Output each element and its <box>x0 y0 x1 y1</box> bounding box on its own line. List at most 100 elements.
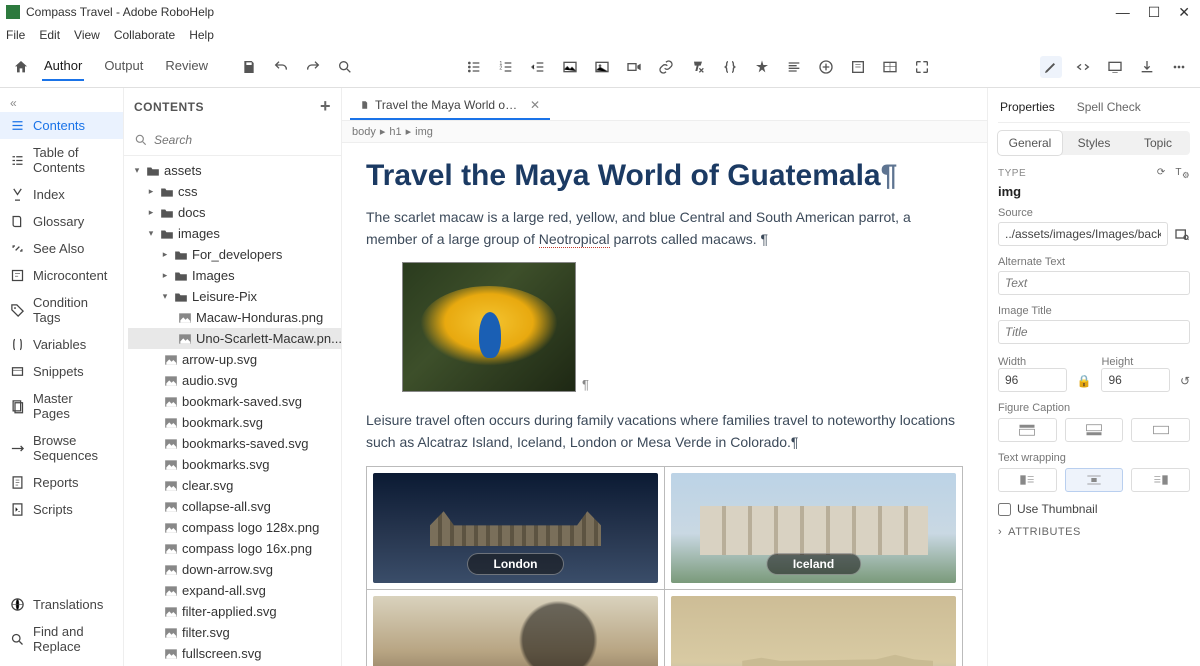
tree-file[interactable]: audio.svg <box>128 370 341 391</box>
tab-review[interactable]: Review <box>163 52 210 81</box>
menu-collaborate[interactable]: Collaborate <box>114 28 175 42</box>
tab-author[interactable]: Author <box>42 52 84 81</box>
figcap-bottom-button[interactable] <box>1065 418 1124 442</box>
height-input[interactable] <box>1101 368 1170 392</box>
sidebar-item-translations[interactable]: Translations <box>0 591 123 618</box>
save-icon[interactable] <box>238 56 260 78</box>
sidebar-item-index[interactable]: Index <box>0 181 123 208</box>
align-icon[interactable] <box>783 56 805 78</box>
sidebar-item-glossary[interactable]: Glossary <box>0 208 123 235</box>
tree-file[interactable]: compass logo 16x.png <box>128 538 341 559</box>
tree-file[interactable]: expand-all.svg <box>128 580 341 601</box>
alt-input[interactable] <box>998 271 1190 295</box>
tab-output[interactable]: Output <box>102 52 145 81</box>
collapse-leftnav-icon[interactable]: « <box>0 94 123 112</box>
type-settings-icon[interactable]: T⚙ <box>1175 167 1190 178</box>
sidebar-item-variables[interactable]: Variables <box>0 331 123 358</box>
wrap-left-button[interactable] <box>998 468 1057 492</box>
window-minimize-icon[interactable]: — <box>1116 4 1130 21</box>
wrap-center-button[interactable] <box>1065 468 1124 492</box>
add-icon[interactable] <box>815 56 837 78</box>
sidebar-item-browse-seq[interactable]: Browse Sequences <box>0 427 123 469</box>
tree-file[interactable]: clear.svg <box>128 475 341 496</box>
clear-format-icon[interactable] <box>687 56 709 78</box>
preview-icon[interactable] <box>1104 56 1126 78</box>
numbering-icon[interactable]: 12 <box>495 56 517 78</box>
refresh-icon[interactable]: ⟳ <box>1157 167 1166 178</box>
close-tab-icon[interactable]: ✕ <box>530 98 540 112</box>
more-icon[interactable] <box>1168 56 1190 78</box>
window-maximize-icon[interactable]: ☐ <box>1148 4 1161 21</box>
home-icon[interactable] <box>10 56 32 78</box>
source-input[interactable] <box>998 222 1168 246</box>
title-input[interactable] <box>998 320 1190 344</box>
menu-view[interactable]: View <box>74 28 100 42</box>
star-icon[interactable] <box>751 56 773 78</box>
tree-folder-images[interactable]: ▾images <box>128 223 341 244</box>
card-london[interactable]: London <box>373 473 658 583</box>
tree-folder-assets[interactable]: ▾assets <box>128 160 341 181</box>
insert-image-placeholder-icon[interactable] <box>559 56 581 78</box>
use-thumbnail-checkbox[interactable] <box>998 503 1011 516</box>
frame-icon[interactable] <box>911 56 933 78</box>
tree-file[interactable]: bookmark.svg <box>128 412 341 433</box>
menu-file[interactable]: File <box>6 28 25 42</box>
editor-tab[interactable]: Travel the Maya World of Guatem... ✕ <box>350 92 550 120</box>
menu-help[interactable]: Help <box>189 28 214 42</box>
paragraph[interactable]: Leisure travel often occurs during famil… <box>366 410 963 453</box>
tree-folder-docs[interactable]: ▸docs <box>128 202 341 223</box>
subtab-topic[interactable]: Topic <box>1126 131 1190 155</box>
sidebar-item-scripts[interactable]: Scripts <box>0 496 123 523</box>
attributes-section[interactable]: › ATTRIBUTES <box>998 526 1190 538</box>
video-icon[interactable] <box>623 56 645 78</box>
bullets-icon[interactable] <box>463 56 485 78</box>
tree-folder-for-developers[interactable]: ▸For_developers <box>128 244 341 265</box>
tree-folder-images-sub[interactable]: ▸Images <box>128 265 341 286</box>
undo-icon[interactable] <box>270 56 292 78</box>
tree-file[interactable]: filter.svg <box>128 622 341 643</box>
document-editor[interactable]: Travel the Maya World of Guatemala¶ The … <box>342 143 987 666</box>
tree-file[interactable]: bookmarks.svg <box>128 454 341 475</box>
sidebar-item-master-pages[interactable]: Master Pages <box>0 385 123 427</box>
redo-icon[interactable] <box>302 56 324 78</box>
tree-file[interactable]: compass logo 128x.png <box>128 517 341 538</box>
browse-source-icon[interactable] <box>1174 226 1190 242</box>
panel-tab-spellcheck[interactable]: Spell Check <box>1075 96 1143 122</box>
find-icon[interactable] <box>334 56 356 78</box>
tree-file[interactable]: filter-applied.svg <box>128 601 341 622</box>
menu-edit[interactable]: Edit <box>39 28 60 42</box>
tree-file[interactable]: fullscreen.svg <box>128 643 341 664</box>
contents-search-input[interactable] <box>154 129 331 151</box>
window-close-icon[interactable]: ✕ <box>1178 4 1190 21</box>
hero-image[interactable] <box>402 262 576 392</box>
sidebar-item-find-replace[interactable]: Find and Replace <box>0 618 123 660</box>
sidebar-item-toc[interactable]: Table of Contents <box>0 139 123 181</box>
lock-aspect-icon[interactable]: 🔒 <box>1077 374 1092 388</box>
braces-icon[interactable] <box>719 56 741 78</box>
wrap-right-button[interactable] <box>1131 468 1190 492</box>
pencil-icon[interactable] <box>1040 56 1062 78</box>
tree-folder-leisure-pix[interactable]: ▾Leisure-Pix <box>128 286 341 307</box>
width-input[interactable] <box>998 368 1067 392</box>
sidebar-item-seealso[interactable]: See Also <box>0 235 123 262</box>
figcap-none-button[interactable] <box>1131 418 1190 442</box>
export-icon[interactable] <box>1136 56 1158 78</box>
tree-file[interactable]: bookmarks-saved.svg <box>128 433 341 454</box>
image-icon[interactable] <box>591 56 613 78</box>
reset-size-icon[interactable]: ↺ <box>1180 374 1190 388</box>
tree-file[interactable]: arrow-up.svg <box>128 349 341 370</box>
source-icon[interactable] <box>1072 56 1094 78</box>
page-title[interactable]: Travel the Maya World of Guatemala¶ <box>366 159 963 193</box>
tree-file[interactable]: collapse-all.svg <box>128 496 341 517</box>
panel-tab-properties[interactable]: Properties <box>998 96 1057 122</box>
subtab-styles[interactable]: Styles <box>1062 131 1126 155</box>
card-alcatraz[interactable]: Alcatraz Island <box>671 596 956 666</box>
sidebar-item-snippets[interactable]: Snippets <box>0 358 123 385</box>
table-icon[interactable] <box>879 56 901 78</box>
card-mesa-verde[interactable]: Mesa Verde <box>373 596 658 666</box>
tree-folder-css[interactable]: ▸css <box>128 181 341 202</box>
tree-file[interactable]: down-arrow.svg <box>128 559 341 580</box>
tree-file[interactable]: Macaw-Honduras.png <box>128 307 341 328</box>
subtab-general[interactable]: General <box>998 131 1062 155</box>
add-content-icon[interactable]: + <box>320 96 331 117</box>
